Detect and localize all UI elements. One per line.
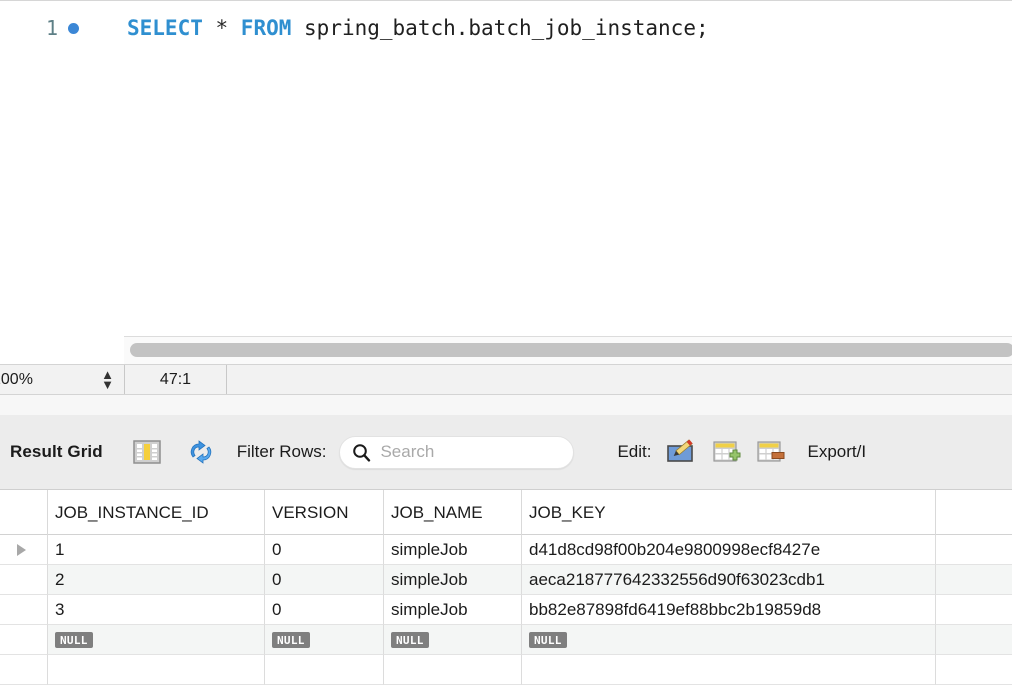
cell-job-key[interactable]: bb82e87898fd6419ef88bbc2b19859d8 (521, 595, 935, 625)
breakpoint-dot-icon[interactable] (68, 22, 79, 34)
grid-header-row: JOB_INSTANCE_ID VERSION JOB_NAME JOB_KEY (0, 490, 1012, 535)
column-header-extra[interactable] (935, 490, 1012, 535)
zoom-control[interactable]: 100% ▲▼ (0, 365, 125, 394)
zoom-level-value: 100% (0, 370, 33, 388)
table-row[interactable]: 2 0 simpleJob aeca218777642332556d90f630… (0, 565, 1012, 595)
cell-job-instance-id[interactable]: 2 (47, 565, 264, 595)
column-header-version[interactable]: VERSION (264, 490, 383, 535)
sql-keyword-select: SELECT (127, 16, 203, 40)
editor-status-bar: 100% ▲▼ 47:1 (0, 364, 1012, 395)
cell-job-key[interactable]: NULL (521, 625, 935, 655)
search-input[interactable]: Search (339, 435, 575, 469)
status-bar-spacer (227, 365, 1012, 394)
row-gutter[interactable] (0, 535, 47, 565)
row-gutter[interactable] (0, 595, 47, 625)
row-gutter (0, 655, 47, 685)
delete-row-icon[interactable] (756, 438, 786, 466)
panel-divider (0, 395, 1012, 415)
filter-rows-label: Filter Rows: (236, 442, 327, 461)
cell-empty (383, 655, 521, 685)
row-gutter[interactable] (0, 625, 47, 655)
cell-job-name[interactable]: simpleJob (383, 595, 521, 625)
editor-horizontal-scrollbar[interactable] (124, 336, 1012, 364)
grid-header-gutter (0, 490, 47, 535)
cell-job-name[interactable]: simpleJob (383, 535, 521, 565)
table-row-empty (0, 655, 1012, 685)
cell-empty (521, 655, 935, 685)
null-badge: NULL (272, 631, 310, 648)
sql-star-token: * (202, 16, 241, 40)
row-marker-play-icon (17, 543, 26, 556)
result-grid-toolbar: Result Grid Filter Rows: Search Edit: Ex… (0, 415, 1012, 490)
cell-extra[interactable] (935, 535, 1012, 565)
zoom-stepper-icon[interactable]: ▲ ▼ (101, 368, 114, 390)
cell-version[interactable]: NULL (264, 625, 383, 655)
editor-scrollbar-thumb[interactable] (130, 343, 1012, 357)
sql-table-name: spring_batch.batch_job_instance; (304, 16, 709, 40)
table-row-new[interactable]: NULL NULL NULL NULL (0, 625, 1012, 655)
null-badge: NULL (529, 631, 567, 648)
table-row[interactable]: 3 0 simpleJob bb82e87898fd6419ef88bbc2b1… (0, 595, 1012, 625)
mysql-workbench-query-panel: 1 SELECT * FROM spring_batch.batch_job_in… (0, 0, 1012, 690)
cell-empty (935, 655, 1012, 685)
grid-columns-icon[interactable] (132, 439, 161, 465)
pencil-edit-icon[interactable] (666, 438, 696, 466)
cell-extra[interactable] (935, 595, 1012, 625)
cell-job-name[interactable]: NULL (383, 625, 521, 655)
sql-keyword-from: FROM (240, 16, 292, 40)
cell-job-key[interactable]: d41d8cd98f00b204e9800998ecf8427e (521, 535, 935, 565)
export-import-label[interactable]: Export/I (808, 442, 867, 462)
sql-editor-line-1[interactable]: 1 SELECT * FROM spring_batch.batch_job_in… (0, 11, 709, 45)
cell-empty (47, 655, 264, 685)
cell-version[interactable]: 0 (264, 595, 383, 625)
null-badge: NULL (391, 631, 429, 648)
edit-label: Edit: (617, 442, 652, 461)
cell-job-instance-id[interactable]: NULL (47, 625, 264, 655)
row-gutter[interactable] (0, 565, 47, 595)
column-header-job-name[interactable]: JOB_NAME (383, 490, 521, 535)
cell-job-instance-id[interactable]: 3 (47, 595, 264, 625)
cell-job-key[interactable]: aeca218777642332556d90f63023cdb1 (521, 565, 935, 595)
cell-version[interactable]: 0 (264, 565, 383, 595)
result-grid-title: Result Grid (10, 442, 103, 461)
cell-job-name[interactable]: simpleJob (383, 565, 521, 595)
sql-table-identifier (291, 16, 304, 40)
cell-version[interactable]: 0 (264, 535, 383, 565)
line-number: 1 (45, 16, 58, 40)
cell-extra[interactable] (935, 565, 1012, 595)
add-row-icon[interactable] (712, 438, 742, 466)
null-badge: NULL (55, 631, 93, 648)
result-grid: JOB_INSTANCE_ID VERSION JOB_NAME JOB_KEY… (0, 490, 1012, 690)
column-header-job-instance-id[interactable]: JOB_INSTANCE_ID (47, 490, 264, 535)
cell-extra[interactable] (935, 625, 1012, 655)
cursor-position: 47:1 (125, 365, 227, 394)
search-placeholder: Search (380, 442, 435, 461)
sql-editor[interactable]: 1 SELECT * FROM spring_batch.batch_job_in… (0, 0, 1012, 338)
search-icon (353, 443, 371, 462)
refresh-icon[interactable] (187, 439, 215, 465)
column-header-job-key[interactable]: JOB_KEY (521, 490, 935, 535)
cell-empty (264, 655, 383, 685)
table-row[interactable]: 1 0 simpleJob d41d8cd98f00b204e9800998ec… (0, 535, 1012, 565)
cell-job-instance-id[interactable]: 1 (47, 535, 264, 565)
